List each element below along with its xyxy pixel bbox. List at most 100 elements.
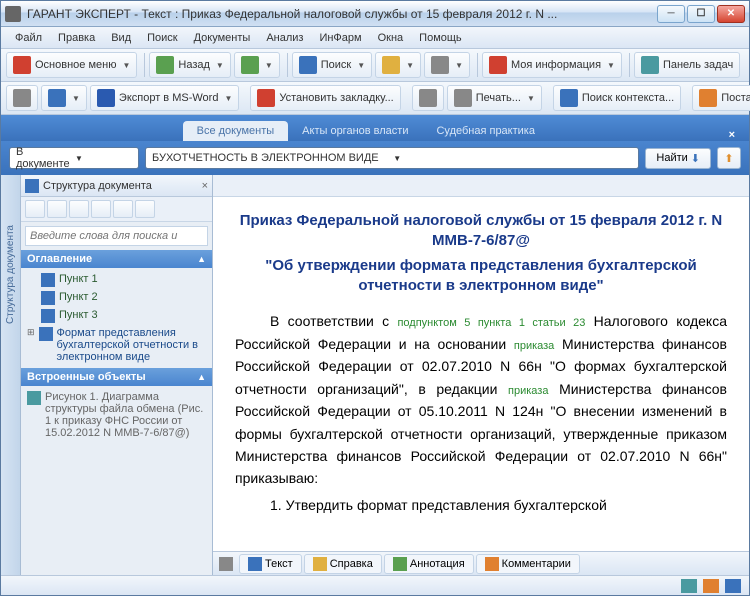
section-icon <box>41 309 55 323</box>
app-window: ГАРАНТ ЭКСПЕРТ - Текст : Приказ Федераль… <box>0 0 750 596</box>
panel-icon <box>641 56 659 74</box>
tree-item[interactable]: Пункт 1 <box>21 271 212 289</box>
collapse-icon: ▲ <box>197 254 206 264</box>
document-viewer[interactable]: Приказ Федеральной налоговой службы от 1… <box>213 197 749 551</box>
tree-item[interactable]: Пункт 3 <box>21 307 212 325</box>
doc-margin-icon[interactable] <box>219 557 233 571</box>
side-collapse-icon[interactable] <box>135 200 155 218</box>
tab-all-docs[interactable]: Все документы <box>183 121 289 141</box>
main-menu-button[interactable]: Основное меню ▼ <box>6 52 137 78</box>
my-info-button[interactable]: Моя информация ▼ <box>482 52 622 78</box>
close-button[interactable]: ✕ <box>717 5 745 23</box>
minimize-button[interactable]: ─ <box>657 5 685 23</box>
search-bar: В документе ▼ БУХОТЧЕТНОСТЬ В ЭЛЕКТРОННО… <box>1 141 749 175</box>
fontsize-button[interactable]: ▼ <box>424 52 470 78</box>
menu-view[interactable]: Вид <box>103 30 139 46</box>
bookmark-icon <box>257 89 275 107</box>
side-print-icon[interactable] <box>69 200 89 218</box>
task-panel-button[interactable]: Панель задач <box>634 52 740 78</box>
bottom-tab-text[interactable]: Текст <box>239 554 302 574</box>
document-list-item: 1. Утвердить формат представления бухгал… <box>235 494 727 516</box>
print-button[interactable]: Печать... ▼ <box>447 85 542 111</box>
print-icon-button[interactable] <box>412 85 444 111</box>
tree-small-icon <box>25 179 39 193</box>
sidebar-close-icon[interactable]: × <box>202 180 208 192</box>
menu-documents[interactable]: Документы <box>186 30 259 46</box>
maximize-button[interactable]: ☐ <box>687 5 715 23</box>
side-expand-icon[interactable] <box>113 200 133 218</box>
menu-inform[interactable]: ИнФарм <box>311 30 369 46</box>
menu-edit[interactable]: Правка <box>50 30 103 46</box>
magnifier-icon <box>299 56 317 74</box>
side-sync-icon[interactable] <box>91 200 111 218</box>
text-icon <box>248 557 262 571</box>
sidebar-vertical-tabs: Структура документа <box>1 175 21 575</box>
export-word-button[interactable]: Экспорт в MS-Word ▼ <box>90 85 239 111</box>
side-word-icon[interactable] <box>25 200 45 218</box>
document-title: Приказ Федеральной налоговой службы от 1… <box>235 211 727 252</box>
sidebar-search-input[interactable] <box>25 226 208 246</box>
menu-help[interactable]: Помощь <box>411 30 470 46</box>
window-title: ГАРАНТ ЭКСПЕРТ - Текст : Приказ Федераль… <box>27 7 657 21</box>
newdoc-icon <box>13 89 31 107</box>
status-icon-3[interactable] <box>725 579 741 593</box>
search-query-input[interactable]: БУХОТЧЕТНОСТЬ В ЭЛЕКТРОННОМ ВИДЕ ▼ <box>145 147 639 169</box>
printer-icon <box>454 89 472 107</box>
menubar: Файл Правка Вид Поиск Документы Анализ И… <box>1 27 749 49</box>
search-button[interactable]: Поиск ▼ <box>292 52 372 78</box>
tab-judicial[interactable]: Судебная практика <box>422 121 548 141</box>
search-up-button[interactable]: ⬆ <box>717 147 741 169</box>
bottom-tab-comments[interactable]: Комментарии <box>476 554 580 574</box>
section-icon <box>41 273 55 287</box>
chevron-down-icon: ▼ <box>607 61 615 70</box>
tab-acts[interactable]: Акты органов власти <box>288 121 422 141</box>
statusbar <box>1 575 749 595</box>
bookmark-button[interactable]: Установить закладку... <box>250 85 400 111</box>
tree-item[interactable]: Рисунок 1. Диаграмма структуры файла обм… <box>21 389 212 441</box>
search-scope-select[interactable]: В документе ▼ <box>9 147 139 169</box>
sidebar-header: Структура документа × <box>21 175 212 197</box>
side-save-icon[interactable] <box>47 200 67 218</box>
vtab-structure[interactable]: Структура документа <box>3 215 18 334</box>
arrow-up-icon: ⬆ <box>724 152 733 165</box>
menu-analysis[interactable]: Анализ <box>258 30 311 46</box>
status-icon-2[interactable] <box>703 579 719 593</box>
app-icon <box>5 6 21 22</box>
find-button[interactable]: Найти ⬇ <box>645 148 711 169</box>
back-arrow-icon <box>156 56 174 74</box>
menu-windows[interactable]: Окна <box>370 30 412 46</box>
bottom-tabs: Текст Справка Аннотация Комментарии <box>213 551 749 575</box>
bottom-tab-annotation[interactable]: Аннотация <box>384 554 474 574</box>
save-button[interactable]: ▼ <box>41 85 87 111</box>
filter-tabs: Все документы Акты органов власти Судебн… <box>1 115 749 141</box>
back-button[interactable]: Назад ▼ <box>149 52 230 78</box>
word-icon <box>97 89 115 107</box>
new-button[interactable] <box>6 85 38 111</box>
menu-search[interactable]: Поиск <box>139 30 185 46</box>
body: Структура документа Структура документа … <box>1 175 749 575</box>
tree-item[interactable]: Пункт 2 <box>21 289 212 307</box>
toolbar-main: Основное меню ▼ Назад ▼ ▼ Поиск ▼ ▼ ▼ Мо… <box>1 49 749 82</box>
binoculars-icon <box>560 89 578 107</box>
document-body: В соответствии с подпунктом 5 пункта 1 с… <box>235 310 727 490</box>
menu-file[interactable]: Файл <box>7 30 50 46</box>
context-search-button[interactable]: Поиск контекста... <box>553 85 681 111</box>
tree-item[interactable]: ⊞Формат представления бухгалтерской отче… <box>21 325 212 365</box>
printer-sm-icon <box>419 89 437 107</box>
tabs-close-icon[interactable]: × <box>723 129 741 141</box>
fontsize-icon <box>431 56 449 74</box>
toc-section-header[interactable]: Оглавление ▲ <box>21 250 212 268</box>
section-icon <box>41 291 55 305</box>
forward-button[interactable]: ▼ <box>234 52 280 78</box>
lightning-button[interactable]: ▼ <box>375 52 421 78</box>
status-icon-1[interactable] <box>681 579 697 593</box>
bottom-tab-help[interactable]: Справка <box>304 554 382 574</box>
main-content: Приказ Федеральной налоговой службы от 1… <box>213 175 749 575</box>
warning-icon <box>699 89 717 107</box>
embedded-section-header[interactable]: Встроенные объекты ▲ <box>21 368 212 386</box>
chevron-down-icon: ▼ <box>357 61 365 70</box>
to-control-button[interactable]: Поставить на контроль <box>692 85 750 111</box>
image-icon <box>27 391 41 405</box>
heart-icon <box>489 56 507 74</box>
annotation-icon <box>393 557 407 571</box>
